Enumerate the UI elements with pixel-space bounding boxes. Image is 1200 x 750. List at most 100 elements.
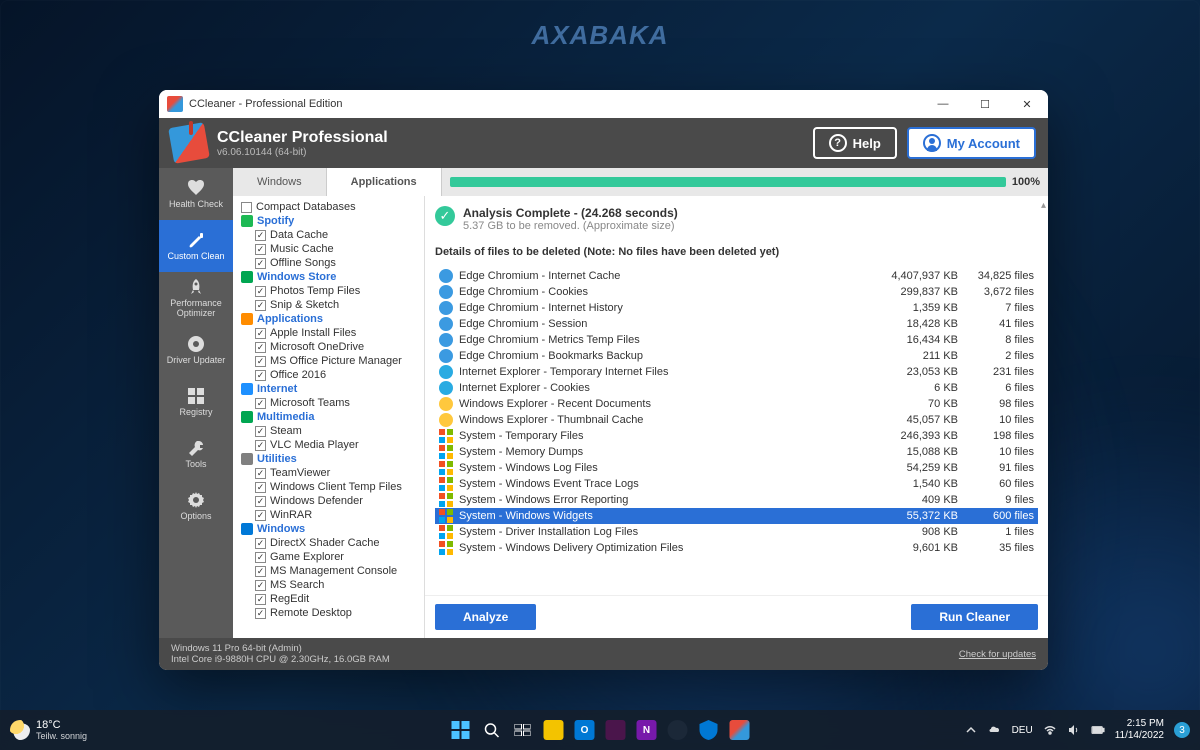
result-row[interactable]: Edge Chromium - Internet Cache4,407,937 … bbox=[435, 268, 1038, 284]
taskbar-app-outlook[interactable]: O bbox=[571, 716, 599, 744]
taskbar[interactable]: 18°C Teilw. sonnig O N DEU 2:15 PM 11/14… bbox=[0, 710, 1200, 750]
tree-item[interactable]: ✓Apple Install Files bbox=[233, 326, 424, 340]
result-row[interactable]: System - Driver Installation Log Files90… bbox=[435, 524, 1038, 540]
checkbox[interactable]: ✓ bbox=[255, 566, 266, 577]
tree-category[interactable]: Internet bbox=[233, 382, 424, 396]
tree-category[interactable]: Windows Store bbox=[233, 270, 424, 284]
checkbox[interactable]: ✓ bbox=[255, 510, 266, 521]
result-row[interactable]: System - Windows Error Reporting409 KB9 … bbox=[435, 492, 1038, 508]
result-row[interactable]: Edge Chromium - Metrics Temp Files16,434… bbox=[435, 332, 1038, 348]
result-row[interactable]: System - Temporary Files246,393 KB198 fi… bbox=[435, 428, 1038, 444]
minimize-button[interactable]: — bbox=[922, 90, 964, 118]
maximize-button[interactable]: ☐ bbox=[964, 90, 1006, 118]
check-updates-link[interactable]: Check for updates bbox=[959, 649, 1036, 660]
sidebar-item-health[interactable]: Health Check bbox=[159, 168, 233, 220]
clock[interactable]: 2:15 PM 11/14/2022 bbox=[1115, 718, 1164, 742]
taskbar-app-ccleaner[interactable] bbox=[726, 716, 754, 744]
checkbox[interactable]: ✓ bbox=[255, 328, 266, 339]
checkbox[interactable] bbox=[241, 202, 252, 213]
checkbox[interactable]: ✓ bbox=[255, 230, 266, 241]
tree-category[interactable]: Windows bbox=[233, 522, 424, 536]
checkbox[interactable]: ✓ bbox=[255, 286, 266, 297]
result-row[interactable]: Edge Chromium - Bookmarks Backup211 KB2 … bbox=[435, 348, 1038, 364]
help-button[interactable]: ? Help bbox=[813, 127, 897, 159]
result-row[interactable]: Windows Explorer - Thumbnail Cache45,057… bbox=[435, 412, 1038, 428]
checkbox[interactable]: ✓ bbox=[255, 258, 266, 269]
language-indicator[interactable]: DEU bbox=[1012, 725, 1033, 736]
tree-item[interactable]: ✓Snip & Sketch bbox=[233, 298, 424, 312]
checkbox[interactable]: ✓ bbox=[255, 594, 266, 605]
sidebar-item-tools[interactable]: Tools bbox=[159, 428, 233, 480]
analyze-button[interactable]: Analyze bbox=[435, 604, 536, 630]
close-button[interactable]: ✕ bbox=[1006, 90, 1048, 118]
taskbar-app-onenote[interactable]: N bbox=[633, 716, 661, 744]
result-row[interactable]: Windows Explorer - Recent Documents70 KB… bbox=[435, 396, 1038, 412]
task-view-icon[interactable] bbox=[509, 716, 537, 744]
checkbox[interactable]: ✓ bbox=[255, 482, 266, 493]
result-row[interactable]: System - Memory Dumps15,088 KB10 files bbox=[435, 444, 1038, 460]
result-row[interactable]: System - Windows Log Files54,259 KB91 fi… bbox=[435, 460, 1038, 476]
result-row[interactable]: Internet Explorer - Cookies6 KB6 files bbox=[435, 380, 1038, 396]
checkbox[interactable]: ✓ bbox=[255, 496, 266, 507]
tree-item[interactable]: ✓Office 2016 bbox=[233, 368, 424, 382]
result-row[interactable]: System - Windows Delivery Optimization F… bbox=[435, 540, 1038, 556]
tab-windows[interactable]: Windows bbox=[233, 168, 327, 196]
result-row[interactable]: Edge Chromium - Session18,428 KB41 files bbox=[435, 316, 1038, 332]
tree-item[interactable]: ✓Photos Temp Files bbox=[233, 284, 424, 298]
tree-category[interactable]: Utilities bbox=[233, 452, 424, 466]
sidebar-item-perf[interactable]: PerformanceOptimizer bbox=[159, 272, 233, 324]
tree-category[interactable]: Applications bbox=[233, 312, 424, 326]
tree-item[interactable]: ✓Windows Defender bbox=[233, 494, 424, 508]
result-row[interactable]: Edge Chromium - Cookies299,837 KB3,672 f… bbox=[435, 284, 1038, 300]
tree-item[interactable]: ✓Windows Client Temp Files bbox=[233, 480, 424, 494]
battery-icon[interactable] bbox=[1091, 723, 1105, 737]
category-tree[interactable]: Compact DatabasesSpotify✓Data Cache✓Musi… bbox=[233, 196, 425, 638]
checkbox[interactable]: ✓ bbox=[255, 370, 266, 381]
chevron-up-icon[interactable] bbox=[964, 723, 978, 737]
tree-item[interactable]: ✓Data Cache bbox=[233, 228, 424, 242]
search-icon[interactable] bbox=[478, 716, 506, 744]
tree-item[interactable]: ✓Steam bbox=[233, 424, 424, 438]
results-table[interactable]: Edge Chromium - Internet Cache4,407,937 … bbox=[435, 268, 1038, 556]
taskbar-app-security[interactable] bbox=[695, 716, 723, 744]
result-row[interactable]: Internet Explorer - Temporary Internet F… bbox=[435, 364, 1038, 380]
sidebar-item-registry[interactable]: Registry bbox=[159, 376, 233, 428]
tree-category[interactable]: Multimedia bbox=[233, 410, 424, 424]
weather-widget[interactable]: 18°C Teilw. sonnig bbox=[10, 719, 87, 741]
checkbox[interactable]: ✓ bbox=[255, 300, 266, 311]
checkbox[interactable]: ✓ bbox=[255, 342, 266, 353]
checkbox[interactable]: ✓ bbox=[255, 538, 266, 549]
taskbar-app-slack[interactable] bbox=[602, 716, 630, 744]
checkbox[interactable]: ✓ bbox=[255, 580, 266, 591]
checkbox[interactable]: ✓ bbox=[255, 244, 266, 255]
result-row[interactable]: System - Windows Event Trace Logs1,540 K… bbox=[435, 476, 1038, 492]
result-row[interactable]: System - Windows Widgets55,372 KB600 fil… bbox=[435, 508, 1038, 524]
sidebar-item-driver[interactable]: Driver Updater bbox=[159, 324, 233, 376]
run-cleaner-button[interactable]: Run Cleaner bbox=[911, 604, 1038, 630]
sidebar-item-options[interactable]: Options bbox=[159, 480, 233, 532]
checkbox[interactable]: ✓ bbox=[255, 426, 266, 437]
tree-item[interactable]: ✓Game Explorer bbox=[233, 550, 424, 564]
onedrive-icon[interactable] bbox=[988, 723, 1002, 737]
wifi-icon[interactable] bbox=[1043, 723, 1057, 737]
tree-item[interactable]: ✓TeamViewer bbox=[233, 466, 424, 480]
tree-item[interactable]: ✓Music Cache bbox=[233, 242, 424, 256]
tree-item[interactable]: ✓DirectX Shader Cache bbox=[233, 536, 424, 550]
tree-item[interactable]: ✓Offline Songs bbox=[233, 256, 424, 270]
taskbar-app-1[interactable] bbox=[540, 716, 568, 744]
tree-item[interactable]: ✓Microsoft Teams bbox=[233, 396, 424, 410]
checkbox[interactable]: ✓ bbox=[255, 468, 266, 479]
checkbox[interactable]: ✓ bbox=[255, 356, 266, 367]
volume-icon[interactable] bbox=[1067, 723, 1081, 737]
my-account-button[interactable]: My Account bbox=[907, 127, 1036, 159]
tree-item[interactable]: ✓MS Management Console bbox=[233, 564, 424, 578]
checkbox[interactable]: ✓ bbox=[255, 440, 266, 451]
notification-badge[interactable]: 3 bbox=[1174, 722, 1190, 738]
start-button[interactable] bbox=[447, 716, 475, 744]
tree-item[interactable]: ✓Remote Desktop bbox=[233, 606, 424, 620]
tab-applications[interactable]: Applications bbox=[327, 168, 442, 196]
tree-category[interactable]: Spotify bbox=[233, 214, 424, 228]
tree-item[interactable]: ✓WinRAR bbox=[233, 508, 424, 522]
tree-item[interactable]: ✓MS Search bbox=[233, 578, 424, 592]
checkbox[interactable]: ✓ bbox=[255, 398, 266, 409]
